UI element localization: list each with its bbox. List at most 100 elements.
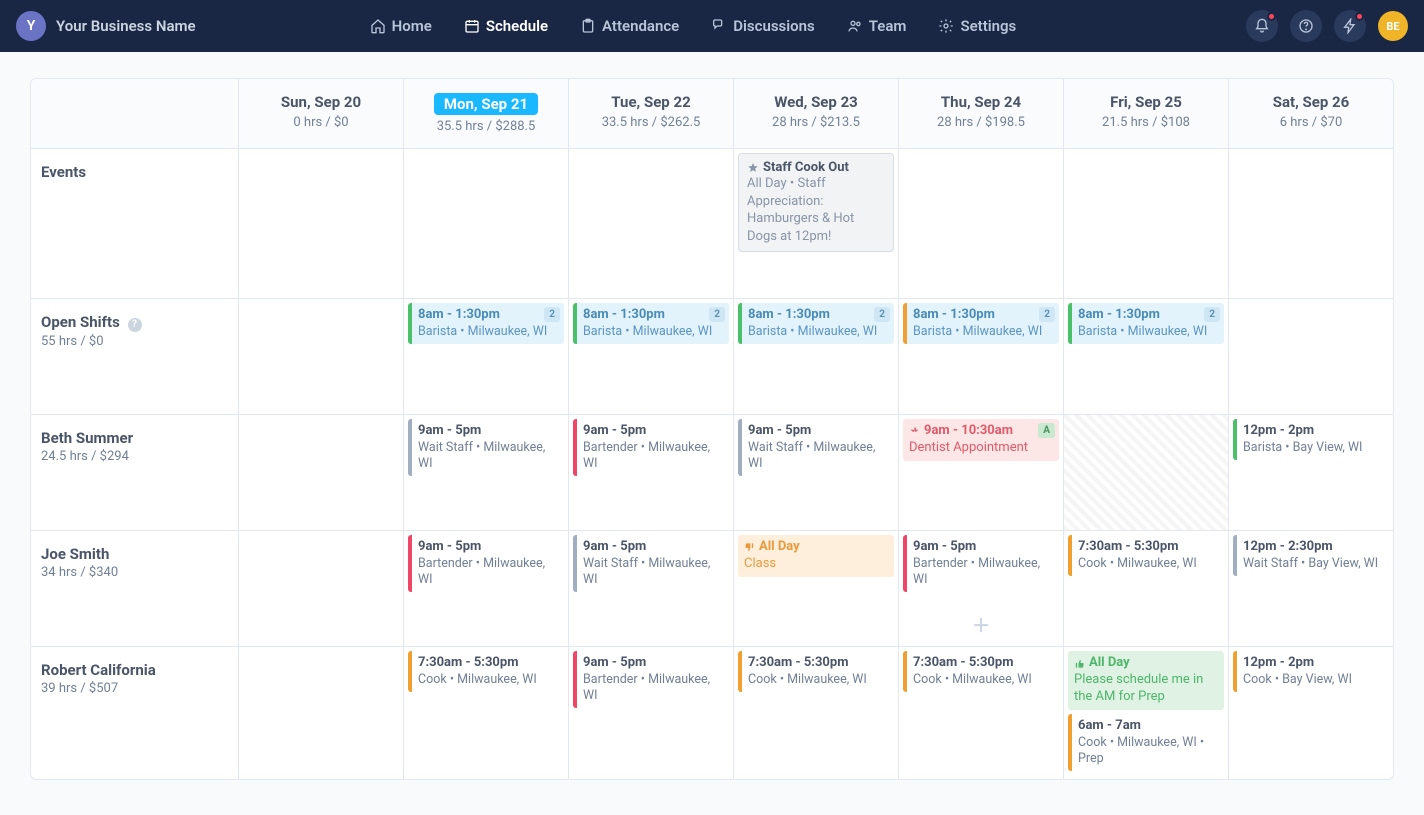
- cell-events-wed[interactable]: Staff Cook Out All Day • Staff Appreciat…: [734, 149, 899, 298]
- day-header-sun[interactable]: Sun, Sep 20 0 hrs / $0: [239, 79, 404, 148]
- shift-card[interactable]: 6am - 7am Cook • Milwaukee, WI • Prep: [1068, 714, 1224, 771]
- shift-time: 12pm - 2pm: [1243, 655, 1383, 672]
- cell-robert-thu[interactable]: 7:30am - 5:30pm Cook • Milwaukee, WI: [899, 647, 1064, 779]
- shift-card[interactable]: 9am - 5pm Bartender • Milwaukee, WI: [903, 535, 1059, 592]
- cell-events-thu[interactable]: [899, 149, 1064, 298]
- topbar-right: BE: [1246, 10, 1408, 42]
- nav-schedule[interactable]: Schedule: [450, 11, 562, 41]
- day-stats: 28 hrs / $198.5: [905, 115, 1057, 130]
- day-header-sat[interactable]: Sat, Sep 26 6 hrs / $70: [1229, 79, 1393, 148]
- cell-beth-tue[interactable]: 9am - 5pm Bartender • Milwaukee, WI: [569, 415, 734, 530]
- shift-card[interactable]: 9am - 5pm Wait Staff • Milwaukee, WI: [573, 535, 729, 592]
- row-joe: Joe Smith 34 hrs / $340 9am - 5pm Barten…: [31, 531, 1393, 647]
- shift-card[interactable]: 7:30am - 5:30pm Cook • Milwaukee, WI: [408, 651, 564, 692]
- user-avatar[interactable]: BE: [1378, 11, 1408, 41]
- class-card[interactable]: All Day Class: [738, 535, 894, 577]
- cell-beth-thu[interactable]: 9am - 10:30am Dentist Appointment A: [899, 415, 1064, 530]
- cell-events-tue[interactable]: [569, 149, 734, 298]
- shift-card[interactable]: 9am - 5pm Bartender • Milwaukee, WI: [573, 419, 729, 476]
- cell-beth-sat[interactable]: 12pm - 2pm Barista • Bay View, WI: [1229, 415, 1393, 530]
- activity-button[interactable]: [1334, 10, 1366, 42]
- shift-card[interactable]: 7:30am - 5:30pm Cook • Milwaukee, WI: [1068, 535, 1224, 576]
- cell-open-fri[interactable]: 8am - 1:30pm Barista • Milwaukee, WI 2: [1064, 299, 1229, 414]
- row-label-events: Events: [31, 149, 239, 298]
- shift-card[interactable]: 12pm - 2pm Barista • Bay View, WI: [1233, 419, 1389, 460]
- nav-discussions-label: Discussions: [733, 17, 814, 35]
- cell-events-fri[interactable]: [1064, 149, 1229, 298]
- row-open-shifts: Open Shifts ? 55 hrs / $0 8am - 1:30pm B…: [31, 299, 1393, 415]
- cell-open-mon[interactable]: 8am - 1:30pm Barista • Milwaukee, WI 2: [404, 299, 569, 414]
- cell-joe-tue[interactable]: 9am - 5pm Wait Staff • Milwaukee, WI: [569, 531, 734, 646]
- day-header-wed[interactable]: Wed, Sep 23 28 hrs / $213.5: [734, 79, 899, 148]
- open-shift-card[interactable]: 8am - 1:30pm Barista • Milwaukee, WI 2: [573, 303, 729, 344]
- day-header-mon[interactable]: Mon, Sep 21 35.5 hrs / $288.5: [404, 79, 569, 148]
- row-beth: Beth Summer 24.5 hrs / $294 9am - 5pm Wa…: [31, 415, 1393, 531]
- shift-count-badge: 2: [874, 307, 890, 322]
- row-sub: 24.5 hrs / $294: [41, 449, 228, 464]
- cell-events-sat[interactable]: [1229, 149, 1393, 298]
- cell-open-sun[interactable]: [239, 299, 404, 414]
- shift-card[interactable]: 12pm - 2:30pm Wait Staff • Bay View, WI: [1233, 535, 1389, 576]
- brand-name: Your Business Name: [56, 17, 196, 35]
- cell-open-thu[interactable]: 8am - 1:30pm Barista • Milwaukee, WI 2: [899, 299, 1064, 414]
- cell-beth-fri[interactable]: [1064, 415, 1229, 530]
- cell-beth-wed[interactable]: 9am - 5pm Wait Staff • Milwaukee, WI: [734, 415, 899, 530]
- cell-joe-mon[interactable]: 9am - 5pm Bartender • Milwaukee, WI: [404, 531, 569, 646]
- brand[interactable]: Y Your Business Name: [16, 11, 196, 41]
- cell-robert-mon[interactable]: 7:30am - 5:30pm Cook • Milwaukee, WI: [404, 647, 569, 779]
- shift-card[interactable]: 9am - 5pm Wait Staff • Milwaukee, WI: [738, 419, 894, 476]
- shift-detail: Bartender • Milwaukee, WI: [418, 556, 558, 589]
- grid-header-row: Sun, Sep 20 0 hrs / $0 Mon, Sep 21 35.5 …: [31, 79, 1393, 149]
- notifications-button[interactable]: [1246, 10, 1278, 42]
- absence-card[interactable]: 9am - 10:30am Dentist Appointment A: [903, 419, 1059, 461]
- cell-beth-mon[interactable]: 9am - 5pm Wait Staff • Milwaukee, WI: [404, 415, 569, 530]
- preference-card[interactable]: All Day Please schedule me in the AM for…: [1068, 651, 1224, 710]
- cell-robert-sun[interactable]: [239, 647, 404, 779]
- row-label-joe[interactable]: Joe Smith 34 hrs / $340: [31, 531, 239, 646]
- nav-discussions[interactable]: Discussions: [697, 11, 828, 41]
- nav-settings[interactable]: Settings: [924, 11, 1030, 41]
- cell-beth-sun[interactable]: [239, 415, 404, 530]
- day-header-thu[interactable]: Thu, Sep 24 28 hrs / $198.5: [899, 79, 1064, 148]
- shift-time: 8am - 1:30pm: [913, 307, 1053, 324]
- shift-count-badge: 2: [544, 307, 560, 322]
- open-shift-card[interactable]: 8am - 1:30pm Barista • Milwaukee, WI 2: [1068, 303, 1224, 344]
- cell-joe-thu[interactable]: 9am - 5pm Bartender • Milwaukee, WI ＋: [899, 531, 1064, 646]
- cell-events-mon[interactable]: [404, 149, 569, 298]
- shift-card[interactable]: 12pm - 2pm Cook • Bay View, WI: [1233, 651, 1389, 692]
- shift-card[interactable]: 7:30am - 5:30pm Cook • Milwaukee, WI: [738, 651, 894, 692]
- day-header-fri[interactable]: Fri, Sep 25 21.5 hrs / $108: [1064, 79, 1229, 148]
- shift-card[interactable]: 9am - 5pm Bartender • Milwaukee, WI: [408, 535, 564, 592]
- cell-open-sat[interactable]: [1229, 299, 1393, 414]
- day-header-tue[interactable]: Tue, Sep 22 33.5 hrs / $262.5: [569, 79, 734, 148]
- help-icon[interactable]: ?: [128, 318, 142, 332]
- cell-robert-sat[interactable]: 12pm - 2pm Cook • Bay View, WI: [1229, 647, 1393, 779]
- cell-joe-fri[interactable]: 7:30am - 5:30pm Cook • Milwaukee, WI: [1064, 531, 1229, 646]
- event-card[interactable]: Staff Cook Out All Day • Staff Appreciat…: [738, 153, 894, 252]
- cell-events-sun[interactable]: [239, 149, 404, 298]
- open-shift-card[interactable]: 8am - 1:30pm Barista • Milwaukee, WI 2: [903, 303, 1059, 344]
- cell-joe-wed[interactable]: All Day Class: [734, 531, 899, 646]
- shift-detail: Cook • Milwaukee, WI • Prep: [1078, 735, 1218, 768]
- cell-robert-tue[interactable]: 9am - 5pm Bartender • Milwaukee, WI: [569, 647, 734, 779]
- row-label-beth[interactable]: Beth Summer 24.5 hrs / $294: [31, 415, 239, 530]
- star-icon: [747, 162, 759, 174]
- nav-home[interactable]: Home: [356, 11, 446, 41]
- cell-robert-wed[interactable]: 7:30am - 5:30pm Cook • Milwaukee, WI: [734, 647, 899, 779]
- add-shift-button[interactable]: ＋: [972, 612, 990, 638]
- shift-card[interactable]: 9am - 5pm Wait Staff • Milwaukee, WI: [408, 419, 564, 476]
- nav-attendance[interactable]: Attendance: [566, 11, 693, 41]
- help-button[interactable]: [1290, 10, 1322, 42]
- cell-joe-sat[interactable]: 12pm - 2:30pm Wait Staff • Bay View, WI: [1229, 531, 1393, 646]
- cell-open-wed[interactable]: 8am - 1:30pm Barista • Milwaukee, WI 2: [734, 299, 899, 414]
- open-shift-card[interactable]: 8am - 1:30pm Barista • Milwaukee, WI 2: [408, 303, 564, 344]
- shift-card[interactable]: 7:30am - 5:30pm Cook • Milwaukee, WI: [903, 651, 1059, 692]
- shift-card[interactable]: 9am - 5pm Bartender • Milwaukee, WI: [573, 651, 729, 708]
- nav-team[interactable]: Team: [833, 11, 921, 41]
- row-label-robert[interactable]: Robert California 39 hrs / $507: [31, 647, 239, 779]
- open-shift-card[interactable]: 8am - 1:30pm Barista • Milwaukee, WI 2: [738, 303, 894, 344]
- cell-robert-fri[interactable]: All Day Please schedule me in the AM for…: [1064, 647, 1229, 779]
- cell-open-tue[interactable]: 8am - 1:30pm Barista • Milwaukee, WI 2: [569, 299, 734, 414]
- day-stats: 21.5 hrs / $108: [1070, 115, 1222, 130]
- cell-joe-sun[interactable]: [239, 531, 404, 646]
